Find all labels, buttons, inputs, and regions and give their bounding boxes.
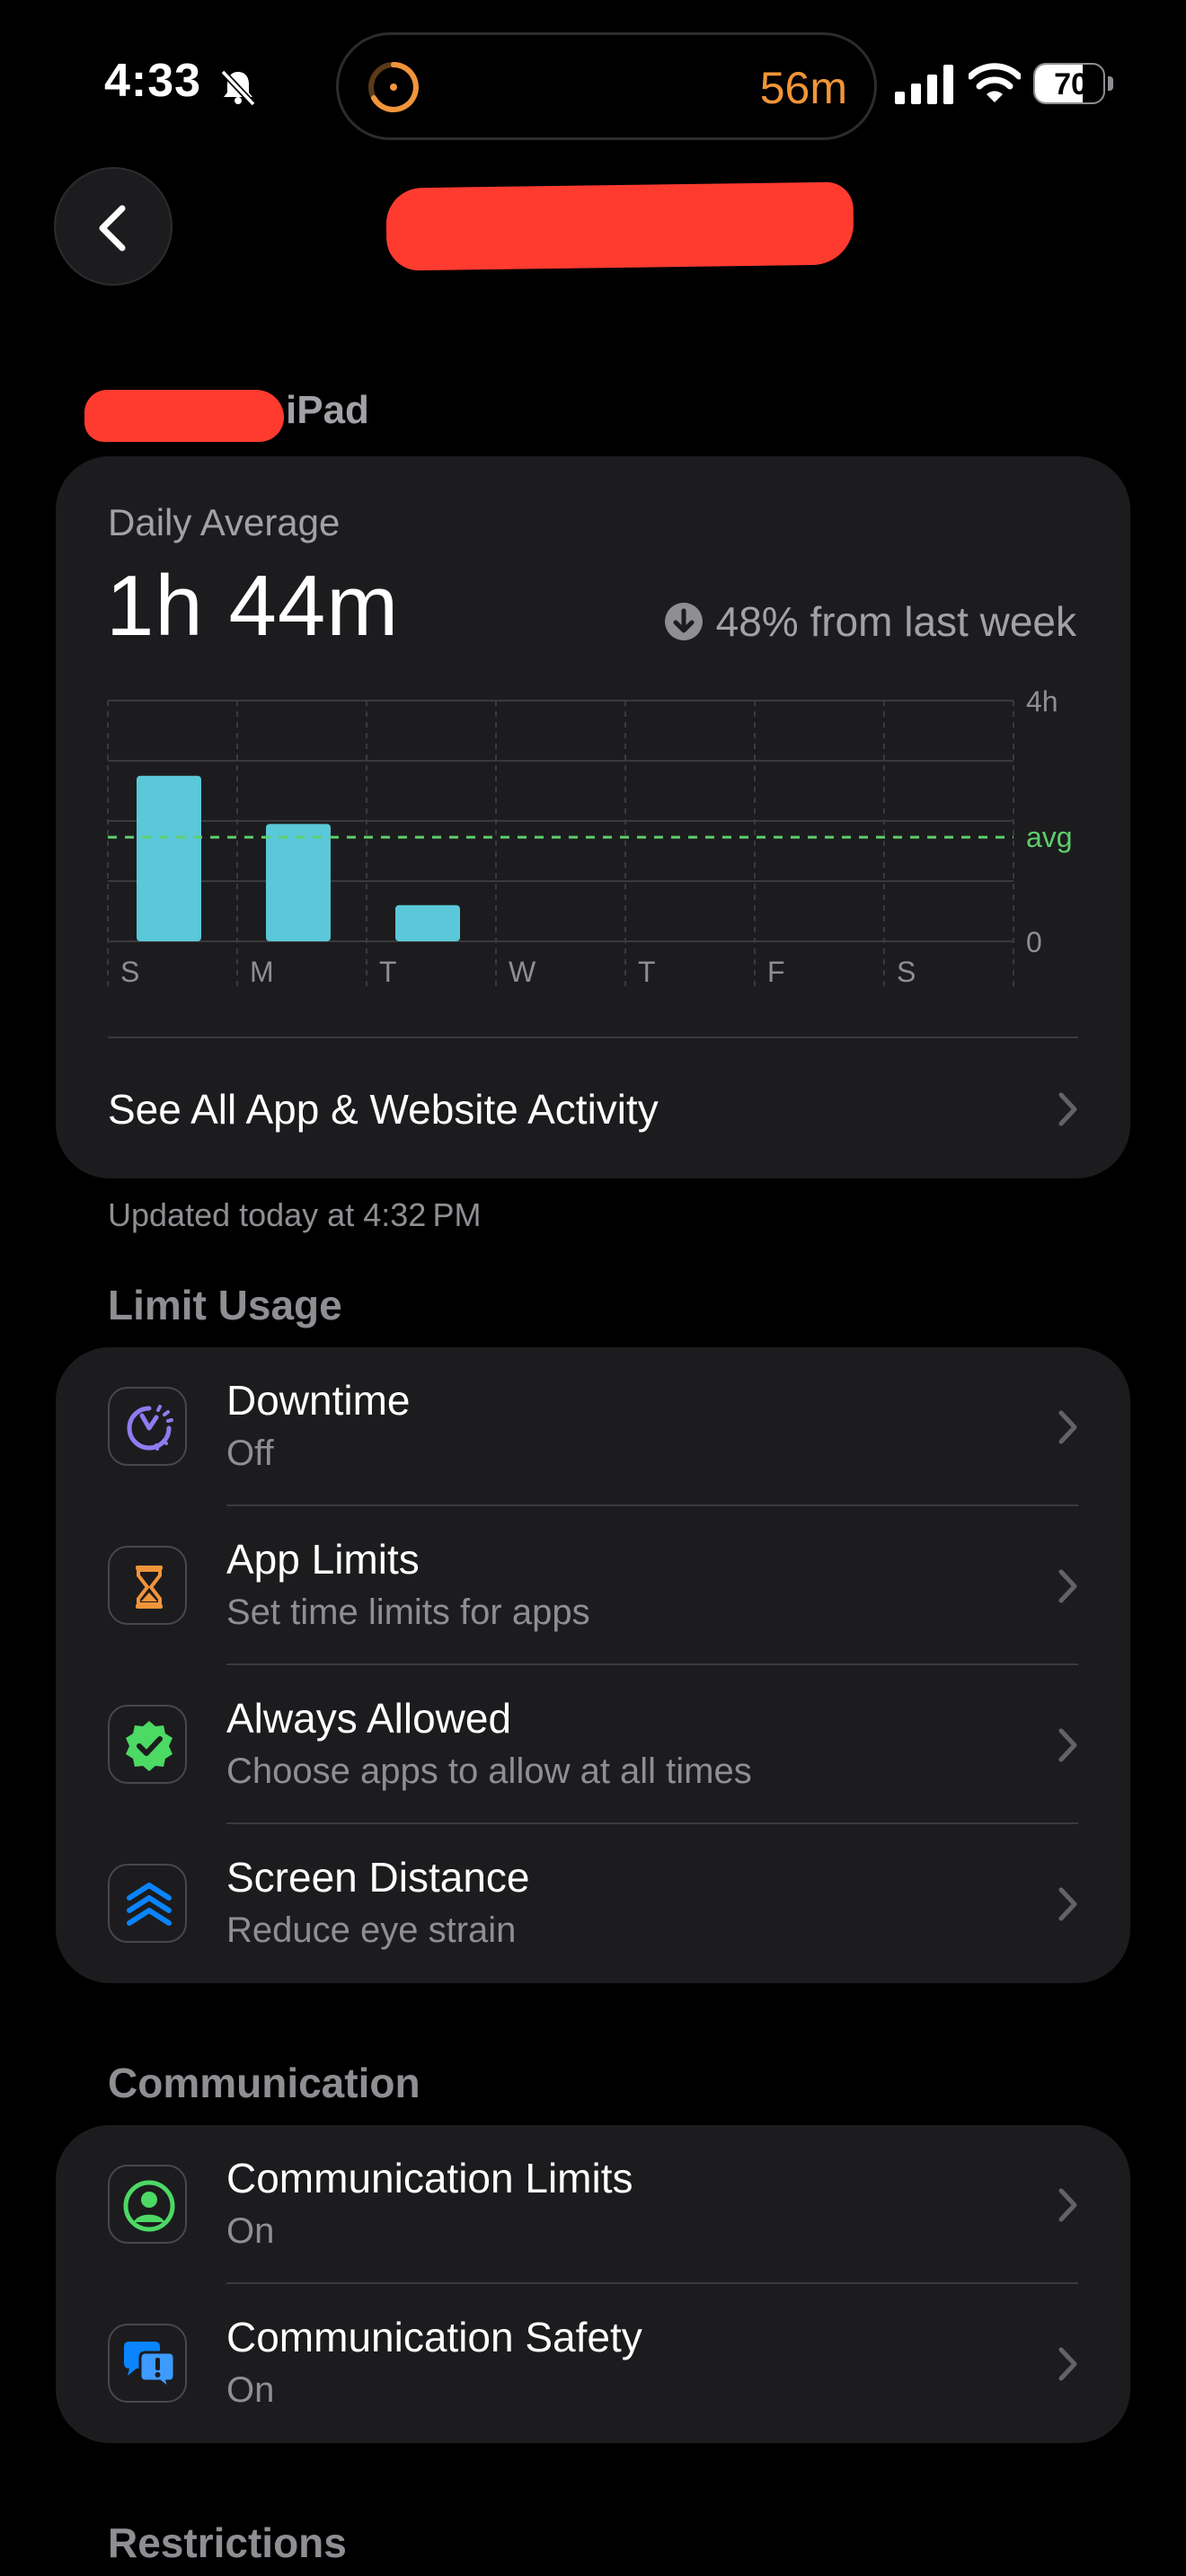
usage-bar-chart[interactable]: S M T W T F S 4h 0 avg xyxy=(56,456,1130,1049)
chart-y-tick-label: 4h xyxy=(1026,685,1058,718)
chevron-right-icon xyxy=(1058,1728,1077,1762)
checkmark-seal-icon xyxy=(108,1705,187,1784)
chart-x-tick-label: S xyxy=(120,956,139,988)
row-communication-limits[interactable]: Communication Limits On xyxy=(56,2125,1130,2284)
redacted-title xyxy=(385,181,854,271)
section-title-limit-usage: Limit Usage xyxy=(108,1282,342,1328)
redacted-device-owner xyxy=(84,390,284,442)
row-title: App Limits xyxy=(226,1536,420,1583)
wifi-icon xyxy=(969,63,1021,102)
row-downtime[interactable]: Downtime Off xyxy=(56,1347,1130,1506)
chart-y-tick-label: 0 xyxy=(1026,926,1042,958)
chevron-right-icon xyxy=(1058,1410,1077,1444)
row-title: Downtime xyxy=(226,1377,411,1424)
chart-x-tick-label: M xyxy=(250,956,274,988)
message-bubbles-icon xyxy=(108,2324,187,2403)
row-subtitle: On xyxy=(226,2370,275,2410)
limit-usage-card: Downtime Off App Limits Set time limits … xyxy=(56,1347,1130,1983)
chevron-left-icon xyxy=(99,205,126,251)
row-subtitle: Off xyxy=(226,1434,274,1473)
section-title-restrictions: Restrictions xyxy=(108,2519,347,2566)
chart-bar xyxy=(395,904,460,941)
usage-card: Daily Average 1h 44m 48% from last week … xyxy=(56,456,1130,1178)
chart-x-tick-label: S xyxy=(897,956,916,988)
back-button[interactable] xyxy=(54,167,173,286)
island-timer-text: 56m xyxy=(759,63,847,113)
row-title: Screen Distance xyxy=(226,1854,530,1901)
row-subtitle: Set time limits for apps xyxy=(226,1592,590,1632)
downtime-icon xyxy=(108,1387,187,1466)
cellular-signal-icon xyxy=(895,65,953,104)
hourglass-icon xyxy=(108,1546,187,1625)
screen-distance-icon xyxy=(108,1864,187,1943)
see-all-activity-label: See All App & Website Activity xyxy=(108,1086,659,1133)
chevron-right-icon xyxy=(1058,1569,1077,1603)
chart-bar xyxy=(266,824,331,941)
chart-avg-label: avg xyxy=(1026,821,1073,853)
chevron-right-icon xyxy=(1058,1092,1077,1126)
dynamic-island[interactable]: 56m xyxy=(336,32,877,140)
battery-percent: 70 xyxy=(1054,67,1088,101)
section-title-communication: Communication xyxy=(108,2060,420,2106)
row-app-limits[interactable]: App Limits Set time limits for apps xyxy=(56,1506,1130,1665)
device-label: iPad xyxy=(286,388,369,432)
chart-x-tick-label: W xyxy=(509,956,536,988)
row-title: Communication Limits xyxy=(226,2155,633,2201)
see-all-activity-button[interactable]: See All App & Website Activity xyxy=(56,1038,1130,1178)
chevron-right-icon xyxy=(1058,1887,1077,1921)
row-subtitle: On xyxy=(226,2211,275,2251)
status-bar: 4:33 56m 70 xyxy=(0,0,1186,171)
chart-bar xyxy=(137,775,201,941)
communication-card: Communication Limits On Communication Sa… xyxy=(56,2125,1130,2443)
row-title: Communication Safety xyxy=(226,2314,642,2360)
row-screen-distance[interactable]: Screen Distance Reduce eye strain xyxy=(56,1824,1130,1983)
row-title: Always Allowed xyxy=(226,1695,512,1742)
status-time: 4:33 xyxy=(104,55,202,107)
updated-timestamp: Updated today at 4:32 PM xyxy=(108,1196,482,1233)
chevron-right-icon xyxy=(1058,2188,1077,2222)
chart-x-tick-label: F xyxy=(767,956,785,988)
chevron-right-icon xyxy=(1058,2347,1077,2381)
person-circle-icon xyxy=(108,2165,187,2244)
row-subtitle: Choose apps to allow at all times xyxy=(226,1751,752,1791)
chart-x-tick-label: T xyxy=(379,956,397,988)
chart-x-tick-label: T xyxy=(638,956,656,988)
bell-slash-icon xyxy=(220,69,256,107)
row-always-allowed[interactable]: Always Allowed Choose apps to allow at a… xyxy=(56,1665,1130,1824)
timer-icon xyxy=(368,62,419,112)
row-subtitle: Reduce eye strain xyxy=(226,1910,517,1950)
battery-indicator: 70 xyxy=(1033,63,1114,104)
row-communication-safety[interactable]: Communication Safety On xyxy=(56,2284,1130,2443)
